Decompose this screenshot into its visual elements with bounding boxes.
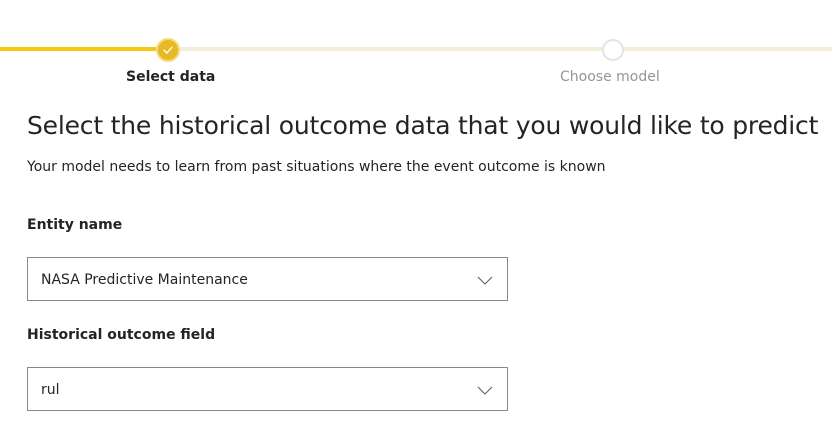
checkmark-icon — [163, 46, 173, 54]
stepper-track-pending — [178, 47, 832, 51]
step-choose-model-indicator — [602, 39, 624, 61]
stepper-track-complete — [0, 47, 160, 51]
progress-stepper: Select data Choose model — [0, 0, 832, 100]
historical-outcome-field-value: rul — [41, 382, 60, 398]
chevron-down-icon — [477, 276, 493, 285]
page-title: Select the historical outcome data that … — [27, 111, 819, 140]
entity-name-dropdown[interactable]: NASA Predictive Maintenance — [27, 257, 508, 301]
page-subtitle: Your model needs to learn from past situ… — [27, 159, 606, 175]
step-choose-model-label: Choose model — [560, 69, 660, 85]
historical-outcome-field-label: Historical outcome field — [27, 327, 216, 343]
entity-name-value: NASA Predictive Maintenance — [41, 272, 248, 288]
step-select-data-indicator — [156, 38, 180, 62]
historical-outcome-field-dropdown[interactable]: rul — [27, 367, 508, 411]
entity-name-label: Entity name — [27, 217, 123, 233]
chevron-down-icon — [477, 386, 493, 395]
step-select-data-label: Select data — [126, 69, 216, 85]
